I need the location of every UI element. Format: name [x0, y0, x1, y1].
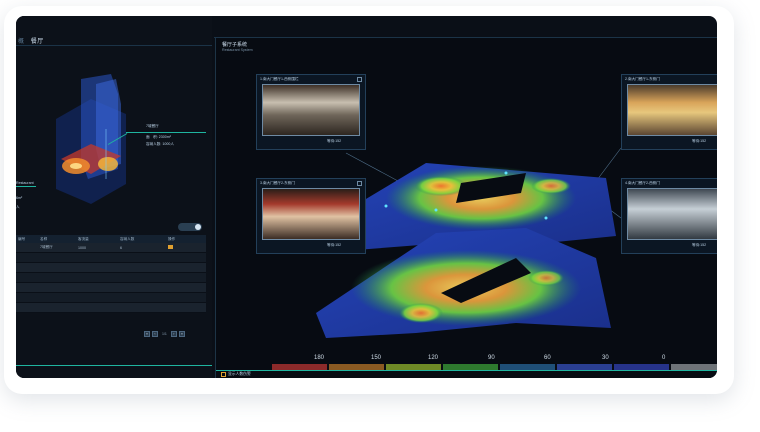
legend-labels: 180 150 120 90 60 30 0 /每	[272, 355, 712, 363]
callout-line-right	[126, 132, 206, 133]
cell-capacity: 6	[120, 245, 122, 250]
expand-icon[interactable]	[357, 77, 362, 82]
table-row[interactable]	[16, 273, 206, 283]
next-page-button[interactable]: ›	[170, 331, 177, 337]
cell-name: 7城餐厅	[40, 245, 53, 249]
legend-tick: 180	[314, 355, 325, 361]
building-label-area: 面 积: 2300m²	[146, 135, 171, 140]
camera-title: 3.南大门餐厅2-东侧门	[260, 181, 295, 185]
legend-tick: 150	[371, 355, 382, 361]
heat-core-left	[70, 163, 82, 169]
last-page-button[interactable]: »	[178, 331, 185, 337]
camera-feed[interactable]	[262, 84, 360, 136]
table-row[interactable]: 7城餐厅 1000 6	[16, 243, 206, 253]
left-label-c: 人	[16, 205, 20, 209]
page-info: 1/1	[162, 332, 167, 336]
right-panel: 餐厅子系统 Restaurant System 1.南大门餐厅1-西侧围栏 等待…	[215, 38, 717, 378]
table-row[interactable]	[16, 303, 206, 313]
legend-tick: 0	[662, 355, 666, 361]
left-label-a: Restaurant	[16, 181, 34, 185]
camera-feed[interactable]	[627, 188, 717, 240]
sensor-dot	[544, 216, 548, 220]
heat-core-lower-right	[528, 270, 564, 286]
legend-tick: 120	[428, 355, 439, 361]
left-panel: 概 餐厅 7城餐厅 面 积: 2300m² 容纳人数: 1000人 Restau…	[16, 16, 212, 378]
camera-feed[interactable]	[262, 188, 360, 240]
table-row[interactable]	[16, 293, 206, 303]
table-row[interactable]	[16, 263, 206, 273]
heat-core-upper-right	[531, 178, 571, 194]
building-label-name: 7城餐厅	[146, 124, 159, 128]
footnote-label: 显示人数伤警	[228, 372, 251, 376]
legend-tick: 60	[544, 355, 551, 361]
view-toggle[interactable]	[178, 223, 202, 231]
heat-spot-right	[98, 157, 118, 171]
expand-icon[interactable]	[357, 181, 362, 186]
camera-count: 等待:152	[327, 139, 342, 143]
checkbox[interactable]	[221, 372, 226, 377]
col-header-capacity[interactable]: 容纳人数	[120, 237, 168, 242]
building-3d-model[interactable]	[36, 74, 146, 204]
divider	[16, 45, 212, 46]
camera-title: 2.南大门餐厅1-东侧门	[625, 77, 660, 81]
capacity-value: 1000人	[162, 142, 174, 146]
camera-count: 等待:152	[692, 243, 707, 247]
sensor-dot	[434, 208, 438, 212]
breadcrumb: 概 餐厅	[18, 36, 44, 45]
right-bottom-rule	[216, 370, 717, 371]
prev-page-button[interactable]: ‹	[152, 331, 158, 337]
table-body: 7城餐厅 1000 6	[16, 243, 206, 313]
legend-tick: 90	[488, 355, 495, 361]
camera-card-1[interactable]: 1.南大门餐厅1-西侧围栏 等待:152	[256, 74, 366, 150]
camera-feed[interactable]	[627, 84, 717, 136]
locate-icon[interactable]	[168, 245, 173, 249]
sensor-dot	[504, 171, 508, 175]
col-header-id[interactable]: 编号	[16, 237, 40, 242]
left-bottom-rule	[16, 365, 212, 366]
restaurant-table: 编号 名称 客流量 容纳人数 操作 7城餐厅 1000 6	[16, 235, 206, 313]
cell-traffic: 1000	[78, 245, 86, 250]
col-header-traffic[interactable]: 客流量	[78, 237, 120, 242]
table-row[interactable]	[16, 283, 206, 293]
table-row[interactable]	[16, 253, 206, 263]
footnote[interactable]: 显示人数伤警	[221, 372, 251, 377]
camera-count: 等待:152	[327, 243, 342, 247]
capacity-prefix: 容纳人数:	[146, 142, 162, 146]
camera-count: 等待:152	[692, 139, 707, 143]
col-header-name[interactable]: 名称	[40, 237, 78, 242]
heat-core-lower	[399, 303, 443, 323]
camera-title: 1.南大门餐厅1-西侧围栏	[260, 77, 299, 81]
col-header-action[interactable]: 操作	[168, 237, 206, 242]
first-page-button[interactable]: «	[144, 331, 150, 337]
camera-card-3[interactable]: 3.南大门餐厅2-东侧门 等待:152	[256, 178, 366, 254]
area-prefix: 面 积:	[146, 135, 158, 139]
dashboard-screen: 概 餐厅 7城餐厅 面 积: 2300m² 容纳人数: 1000人 Restau…	[16, 16, 717, 378]
sensor-dot	[384, 204, 388, 208]
camera-card-4[interactable]: 4.南大门餐厅2-西侧门 等待:152	[621, 178, 717, 254]
camera-title: 4.南大门餐厅2-西侧门	[625, 181, 660, 185]
callout-line-left	[16, 186, 36, 187]
toggle-knob	[195, 224, 201, 230]
cell-action[interactable]	[168, 245, 206, 250]
building-label-capacity: 容纳人数: 1000人	[146, 142, 174, 147]
pagination: « ‹ 1/1 › »	[144, 331, 185, 337]
left-label-b: 6m²	[16, 196, 23, 200]
area-value: 2300m²	[158, 135, 171, 139]
table-header: 编号 名称 客流量 容纳人数 操作	[16, 235, 206, 243]
legend-tick: 30	[602, 355, 609, 361]
camera-card-2[interactable]: 2.南大门餐厅1-东侧门 等待:152	[621, 74, 717, 150]
